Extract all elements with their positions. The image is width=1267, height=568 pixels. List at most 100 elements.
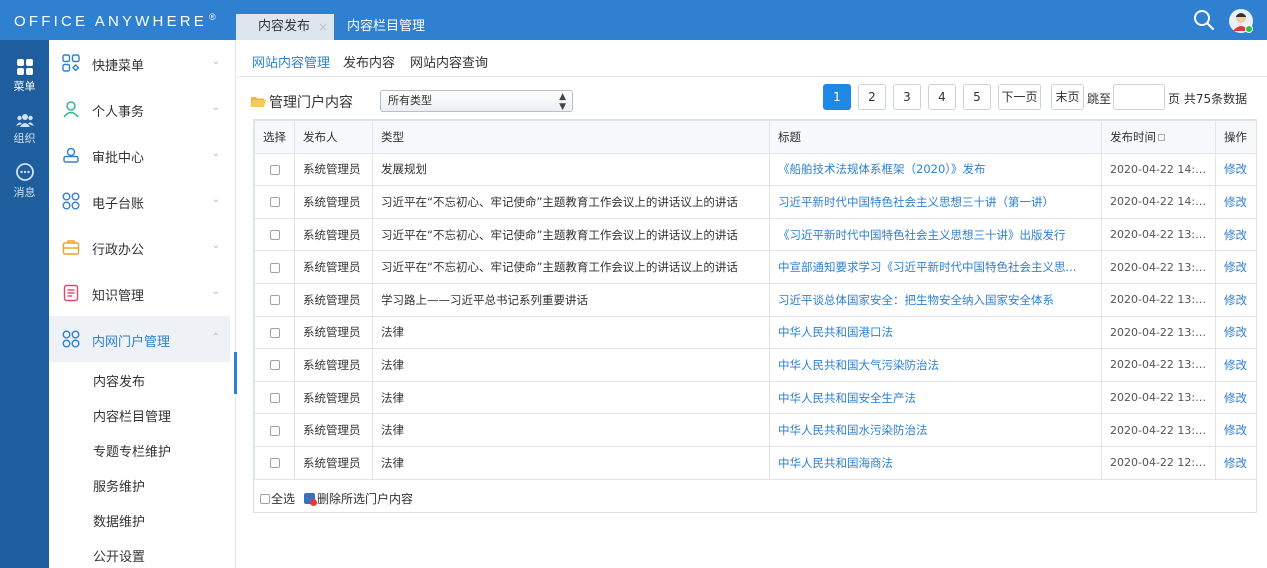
row-select-cell[interactable] — [254, 445, 295, 480]
row-checkbox[interactable] — [269, 393, 280, 404]
submenu-item-content-publish[interactable]: 内容发布 — [93, 371, 145, 390]
submenu-item-data-maintain[interactable]: 数据维护 — [93, 511, 145, 530]
edit-link[interactable]: 修改 — [1215, 445, 1257, 480]
tab-column-manage[interactable]: 内容栏目管理 — [347, 14, 425, 40]
row-select-cell[interactable] — [254, 250, 295, 284]
publisher-cell: 系统管理员 — [294, 380, 373, 415]
edit-link[interactable]: 修改 — [1215, 250, 1257, 284]
row-select-cell[interactable] — [254, 152, 295, 187]
sidebar-item-approval[interactable]: 审批中心 ⌄ — [49, 132, 230, 178]
row-checkbox[interactable] — [269, 425, 280, 436]
next-page-button[interactable]: 下一页 — [998, 84, 1041, 110]
shortcut-icon — [62, 54, 80, 72]
title-link[interactable]: 中宣部通知要求学习《习近平新时代中国特色社会主义思... — [769, 250, 1102, 284]
edit-link[interactable]: 修改 — [1215, 413, 1257, 447]
row-select-cell[interactable] — [254, 217, 295, 252]
title-link[interactable]: 中华人民共和国水污染防治法 — [769, 413, 1102, 447]
row-checkbox[interactable] — [269, 197, 280, 208]
type-cell: 法律 — [372, 413, 770, 447]
table-footer: 全选 删除所选门户内容 — [254, 479, 1256, 512]
type-select[interactable]: 所有类型 ▲ ▼ — [380, 90, 573, 112]
row-select-cell[interactable] — [254, 315, 295, 350]
delete-icon — [304, 493, 317, 506]
tab-close-icon[interactable]: × — [318, 14, 328, 40]
jump-page-input[interactable] — [1113, 84, 1165, 110]
row-checkbox[interactable] — [269, 360, 280, 371]
sidebar-item-shortcut[interactable]: 快捷菜单 ⌄ — [49, 40, 230, 86]
page-button-2[interactable]: 2 — [858, 84, 886, 110]
delete-selected-button[interactable]: 删除所选门户内容 — [304, 490, 413, 507]
rail-label: 消息 — [13, 186, 36, 199]
row-select-cell[interactable] — [254, 185, 295, 219]
edit-link[interactable]: 修改 — [1215, 152, 1257, 187]
page-button-5[interactable]: 5 — [963, 84, 991, 110]
row-select-cell[interactable] — [254, 413, 295, 447]
row-checkbox[interactable] — [269, 327, 280, 338]
publish-time-cell: 2020-04-22 13:02:59 — [1101, 348, 1216, 382]
subnav-site-content-query[interactable]: 网站内容查询 — [410, 52, 488, 71]
select-all[interactable]: 全选 — [260, 490, 295, 507]
title-link[interactable]: 中华人民共和国港口法 — [769, 315, 1102, 350]
publish-time-cell: 2020-04-22 13:03:51 — [1101, 315, 1216, 350]
sidebar-item-admin[interactable]: 行政办公 ⌄ — [49, 224, 230, 270]
type-cell: 习近平在“不忘初心、牢记使命”主题教育工作会议上的讲话议上的讲话 — [372, 185, 770, 219]
tab-content-publish[interactable]: 内容发布 × — [236, 14, 334, 40]
submenu-item-topic-maintain[interactable]: 专题专栏维护 — [93, 441, 171, 460]
submenu-item-public-settings[interactable]: 公开设置 — [93, 546, 145, 565]
rail-org[interactable]: 组织 — [0, 112, 49, 146]
rail-message[interactable]: 消息 — [0, 162, 49, 200]
edit-link[interactable]: 修改 — [1215, 380, 1257, 415]
search-icon[interactable] — [1193, 9, 1215, 31]
row-select-cell[interactable] — [254, 282, 295, 317]
title-link[interactable]: 中华人民共和国安全生产法 — [769, 380, 1102, 415]
submenu-item-column-manage[interactable]: 内容栏目管理 — [93, 406, 171, 425]
briefcase-icon — [62, 240, 80, 255]
rail-menu[interactable]: 菜单 — [0, 58, 49, 94]
row-checkbox[interactable] — [269, 230, 280, 241]
edit-link[interactable]: 修改 — [1215, 282, 1257, 317]
sidebar-item-ledger[interactable]: 电子台账 ⌄ — [49, 178, 230, 224]
edit-link[interactable]: 修改 — [1215, 348, 1257, 382]
publisher-cell: 系统管理员 — [294, 217, 373, 252]
page-button-3[interactable]: 3 — [893, 84, 921, 110]
title-link[interactable]: 中华人民共和国大气污染防治法 — [769, 348, 1102, 382]
row-checkbox[interactable] — [269, 164, 280, 175]
last-page-button[interactable]: 末页 — [1051, 84, 1084, 110]
avatar[interactable] — [1228, 8, 1254, 34]
row-checkbox[interactable] — [269, 295, 280, 306]
title-link[interactable]: 中华人民共和国海商法 — [769, 445, 1102, 480]
approval-icon — [63, 147, 79, 163]
col-header-time[interactable]: 发布时间 — [1101, 120, 1216, 154]
sidebar-item-label: 电子台账 — [92, 197, 145, 212]
subnav-publish-content[interactable]: 发布内容 — [343, 52, 395, 71]
tab-label: 内容发布 — [258, 19, 311, 34]
subnav-site-content-manage[interactable]: 网站内容管理 — [252, 52, 330, 71]
edit-link[interactable]: 修改 — [1215, 185, 1257, 219]
row-checkbox[interactable] — [269, 262, 280, 273]
sort-icon[interactable] — [1158, 133, 1165, 141]
type-cell: 发展规划 — [372, 152, 770, 187]
select-all-checkbox[interactable] — [260, 494, 270, 504]
sidebar-item-knowledge[interactable]: 知识管理 ⌄ — [49, 270, 230, 316]
delete-selected-label: 删除所选门户内容 — [317, 492, 414, 506]
chevron-down-icon: ⌄ — [211, 194, 220, 205]
page-button-1[interactable]: 1 — [823, 84, 851, 110]
title-link[interactable]: 《习近平新时代中国特色社会主义思想三十讲》出版发行 — [769, 217, 1102, 252]
col-header-title: 标题 — [769, 120, 1102, 154]
type-select-value: 所有类型 — [388, 94, 432, 107]
title-link[interactable]: 习近平新时代中国特色社会主义思想三十讲（第一讲） — [769, 185, 1102, 219]
page-button-4[interactable]: 4 — [928, 84, 956, 110]
sidebar-item-intranet-portal[interactable]: 内网门户管理 ⌃ — [49, 316, 230, 362]
publisher-cell: 系统管理员 — [294, 413, 373, 447]
row-select-cell[interactable] — [254, 380, 295, 415]
edit-link[interactable]: 修改 — [1215, 315, 1257, 350]
row-checkbox[interactable] — [269, 458, 280, 469]
title-link[interactable]: 习近平谈总体国家安全：把生物安全纳入国家安全体系 — [769, 282, 1102, 317]
col-header-time-label: 发布时间 — [1110, 129, 1156, 144]
edit-link[interactable]: 修改 — [1215, 217, 1257, 252]
title-link[interactable]: 《船舶技术法规体系框架（2020）》发布 — [769, 152, 1102, 187]
sidebar-item-personal[interactable]: 个人事务 ⌄ — [49, 86, 230, 132]
row-select-cell[interactable] — [254, 348, 295, 382]
col-header-publisher: 发布人 — [294, 120, 373, 154]
submenu-item-service-maintain[interactable]: 服务维护 — [93, 476, 145, 495]
